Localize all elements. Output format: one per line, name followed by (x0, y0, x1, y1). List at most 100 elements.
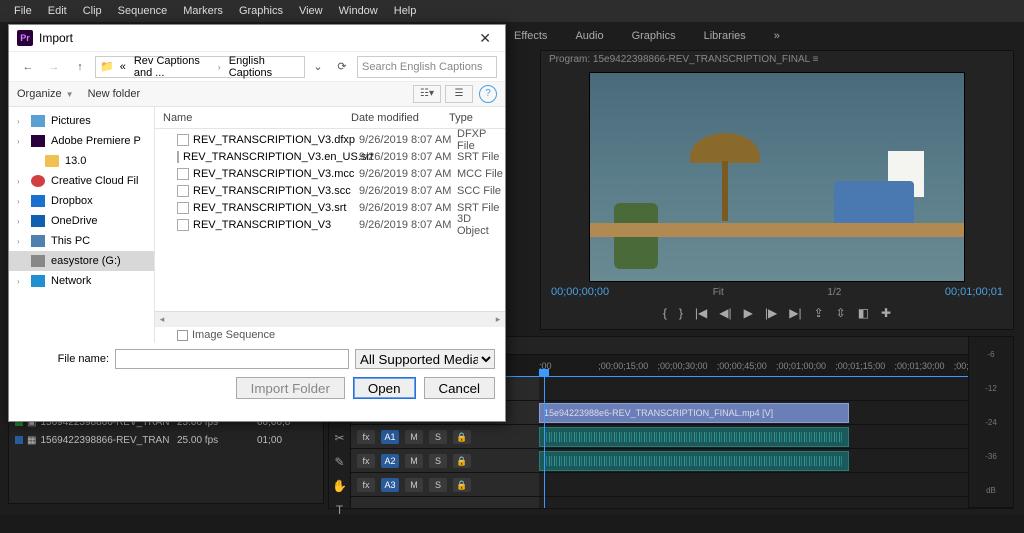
menu-clip[interactable]: Clip (75, 5, 110, 17)
tab-libraries[interactable]: Libraries (690, 30, 760, 42)
menu-view[interactable]: View (291, 5, 331, 17)
tree-item[interactable]: ›Dropbox (9, 191, 154, 211)
lane-v2[interactable] (539, 377, 1013, 401)
timecode-left[interactable]: 00;00;00;00 (551, 286, 609, 298)
play-icon[interactable]: ▶ (744, 306, 753, 320)
view-details-icon[interactable]: ☰ (445, 85, 473, 103)
mark-in-icon[interactable]: { (663, 306, 667, 320)
track-head-a2[interactable]: fxA2MS🔒 (351, 449, 539, 473)
settings-icon[interactable]: ✚ (881, 306, 891, 320)
export-frame-icon[interactable]: ◧ (858, 306, 869, 320)
step-fwd-icon[interactable]: |▶ (765, 306, 777, 320)
import-folder-button[interactable]: Import Folder (236, 377, 345, 399)
pen-tool-icon[interactable]: ✎ (334, 455, 344, 469)
refresh-icon[interactable]: ⟳ (331, 60, 353, 73)
menu-edit[interactable]: Edit (40, 5, 75, 17)
tree-item[interactable]: ›Creative Cloud Fil (9, 171, 154, 191)
tree-item[interactable]: ›Adobe Premiere P (9, 131, 154, 151)
help-icon[interactable]: ? (479, 85, 497, 103)
tab-effects[interactable]: Effects (500, 30, 561, 42)
tab-audio[interactable]: Audio (561, 30, 617, 42)
hand-tool-icon[interactable]: ✋ (332, 479, 347, 493)
lift-icon[interactable]: ⇪ (814, 306, 824, 320)
filter-select[interactable]: All Supported Media (355, 349, 495, 369)
file-row[interactable]: REV_TRANSCRIPTION_V3.mcc9/26/2019 8:07 A… (155, 165, 505, 182)
tree-item[interactable]: ›Network (9, 271, 154, 291)
close-icon[interactable]: ✕ (473, 30, 497, 47)
step-back-icon[interactable]: ◀| (719, 306, 731, 320)
goto-out-icon[interactable]: ▶| (789, 306, 801, 320)
back-icon[interactable]: ← (17, 56, 39, 78)
crumb-2[interactable]: English Captions (225, 55, 300, 79)
menu-graphics[interactable]: Graphics (231, 5, 291, 17)
tree-item[interactable]: ›OneDrive (9, 211, 154, 231)
audio-clip-a2[interactable] (539, 451, 849, 471)
image-sequence-check[interactable]: Image Sequence (155, 327, 505, 343)
filename-input[interactable] (115, 349, 349, 369)
menu-markers[interactable]: Markers (175, 5, 231, 17)
menu-help[interactable]: Help (386, 5, 425, 17)
file-row[interactable]: REV_TRANSCRIPTION_V3.en_US.srt9/26/2019 … (155, 148, 505, 165)
breadcrumb[interactable]: 📁 « Rev Captions and ...› English Captio… (95, 56, 305, 78)
open-button[interactable]: Open (353, 377, 416, 399)
dialog-titlebar[interactable]: Pr Import ✕ (9, 25, 505, 51)
crumb-more[interactable]: « (116, 61, 130, 73)
path-dropdown-icon[interactable]: ⌄ (309, 60, 327, 73)
goto-in-icon[interactable]: |◀ (695, 306, 707, 320)
tree-item[interactable]: ›This PC (9, 231, 154, 251)
mark-out-icon[interactable]: } (679, 306, 683, 320)
expand-icon[interactable]: › (17, 177, 25, 186)
tree-item[interactable]: ›Pictures (9, 111, 154, 131)
track-head-a1[interactable]: fxA1MS🔒 (351, 425, 539, 449)
new-folder-button[interactable]: New folder (88, 88, 141, 100)
col-date[interactable]: Date modified (351, 112, 449, 124)
razor-tool-icon[interactable]: ✂ (334, 431, 344, 445)
crumb-1[interactable]: Rev Captions and ...› (130, 55, 225, 79)
col-type[interactable]: Type (449, 112, 505, 124)
file-row[interactable]: REV_TRANSCRIPTION_V39/26/2019 8:07 AM3D … (155, 216, 505, 233)
expand-icon[interactable]: › (17, 117, 25, 126)
up-icon[interactable]: ↑ (69, 56, 91, 78)
scroll-left-icon[interactable]: ◂ (155, 314, 169, 325)
expand-icon[interactable]: › (17, 217, 25, 226)
tree-item[interactable]: 13.0 (9, 151, 154, 171)
col-name[interactable]: Name (155, 112, 351, 124)
fit-dropdown[interactable]: Fit (713, 287, 724, 298)
project-row[interactable]: ▦1569422398866-REV_TRAN 25.00 fps 01;00 (9, 431, 323, 449)
playhead-icon[interactable] (539, 369, 549, 377)
tree-item[interactable]: easystore (G:) (9, 251, 154, 271)
menu-file[interactable]: File (6, 5, 40, 17)
track-head-a3[interactable]: fxA3MS🔒 (351, 473, 539, 497)
view-large-icon[interactable]: ☷▾ (413, 85, 441, 103)
tab-graphics[interactable]: Graphics (618, 30, 690, 42)
playhead-line[interactable] (544, 377, 545, 508)
lane-a1[interactable] (539, 425, 1013, 449)
audio-clip-a1[interactable] (539, 427, 849, 447)
video-clip[interactable]: 15e94223988e6-REV_TRANSCRIPTION_FINAL.mp… (539, 403, 849, 423)
file-row[interactable]: REV_TRANSCRIPTION_V3.scc9/26/2019 8:07 A… (155, 182, 505, 199)
cancel-button[interactable]: Cancel (424, 377, 496, 399)
expand-icon[interactable]: › (17, 197, 25, 206)
scale-dropdown[interactable]: 1/2 (827, 287, 841, 298)
forward-icon[interactable]: → (43, 56, 65, 78)
menu-window[interactable]: Window (331, 5, 386, 17)
file-row[interactable]: REV_TRANSCRIPTION_V3.dfxp9/26/2019 8:07 … (155, 131, 505, 148)
checkbox-icon[interactable] (177, 330, 188, 341)
search-input[interactable]: Search English Captions (357, 56, 497, 78)
chevron-down-icon[interactable]: ▼ (66, 90, 74, 99)
scroll-right-icon[interactable]: ▸ (491, 314, 505, 325)
tabs-more-icon[interactable]: » (760, 30, 794, 42)
organize-button[interactable]: Organize (17, 88, 62, 100)
file-list[interactable]: REV_TRANSCRIPTION_V3.dfxp9/26/2019 8:07 … (155, 129, 505, 311)
h-scrollbar[interactable]: ◂ ▸ (155, 311, 505, 327)
lane-a3[interactable] (539, 473, 1013, 497)
lane-a2[interactable] (539, 449, 1013, 473)
lane-v1[interactable]: 15e94223988e6-REV_TRANSCRIPTION_FINAL.mp… (539, 401, 1013, 425)
expand-icon[interactable]: › (17, 137, 25, 146)
menu-sequence[interactable]: Sequence (110, 5, 176, 17)
file-row[interactable]: REV_TRANSCRIPTION_V3.srt9/26/2019 8:07 A… (155, 199, 505, 216)
extract-icon[interactable]: ⇳ (836, 306, 846, 320)
track-lanes[interactable]: 15e94223988e6-REV_TRANSCRIPTION_FINAL.mp… (539, 377, 1013, 508)
expand-icon[interactable]: › (17, 277, 25, 286)
expand-icon[interactable]: › (17, 237, 25, 246)
